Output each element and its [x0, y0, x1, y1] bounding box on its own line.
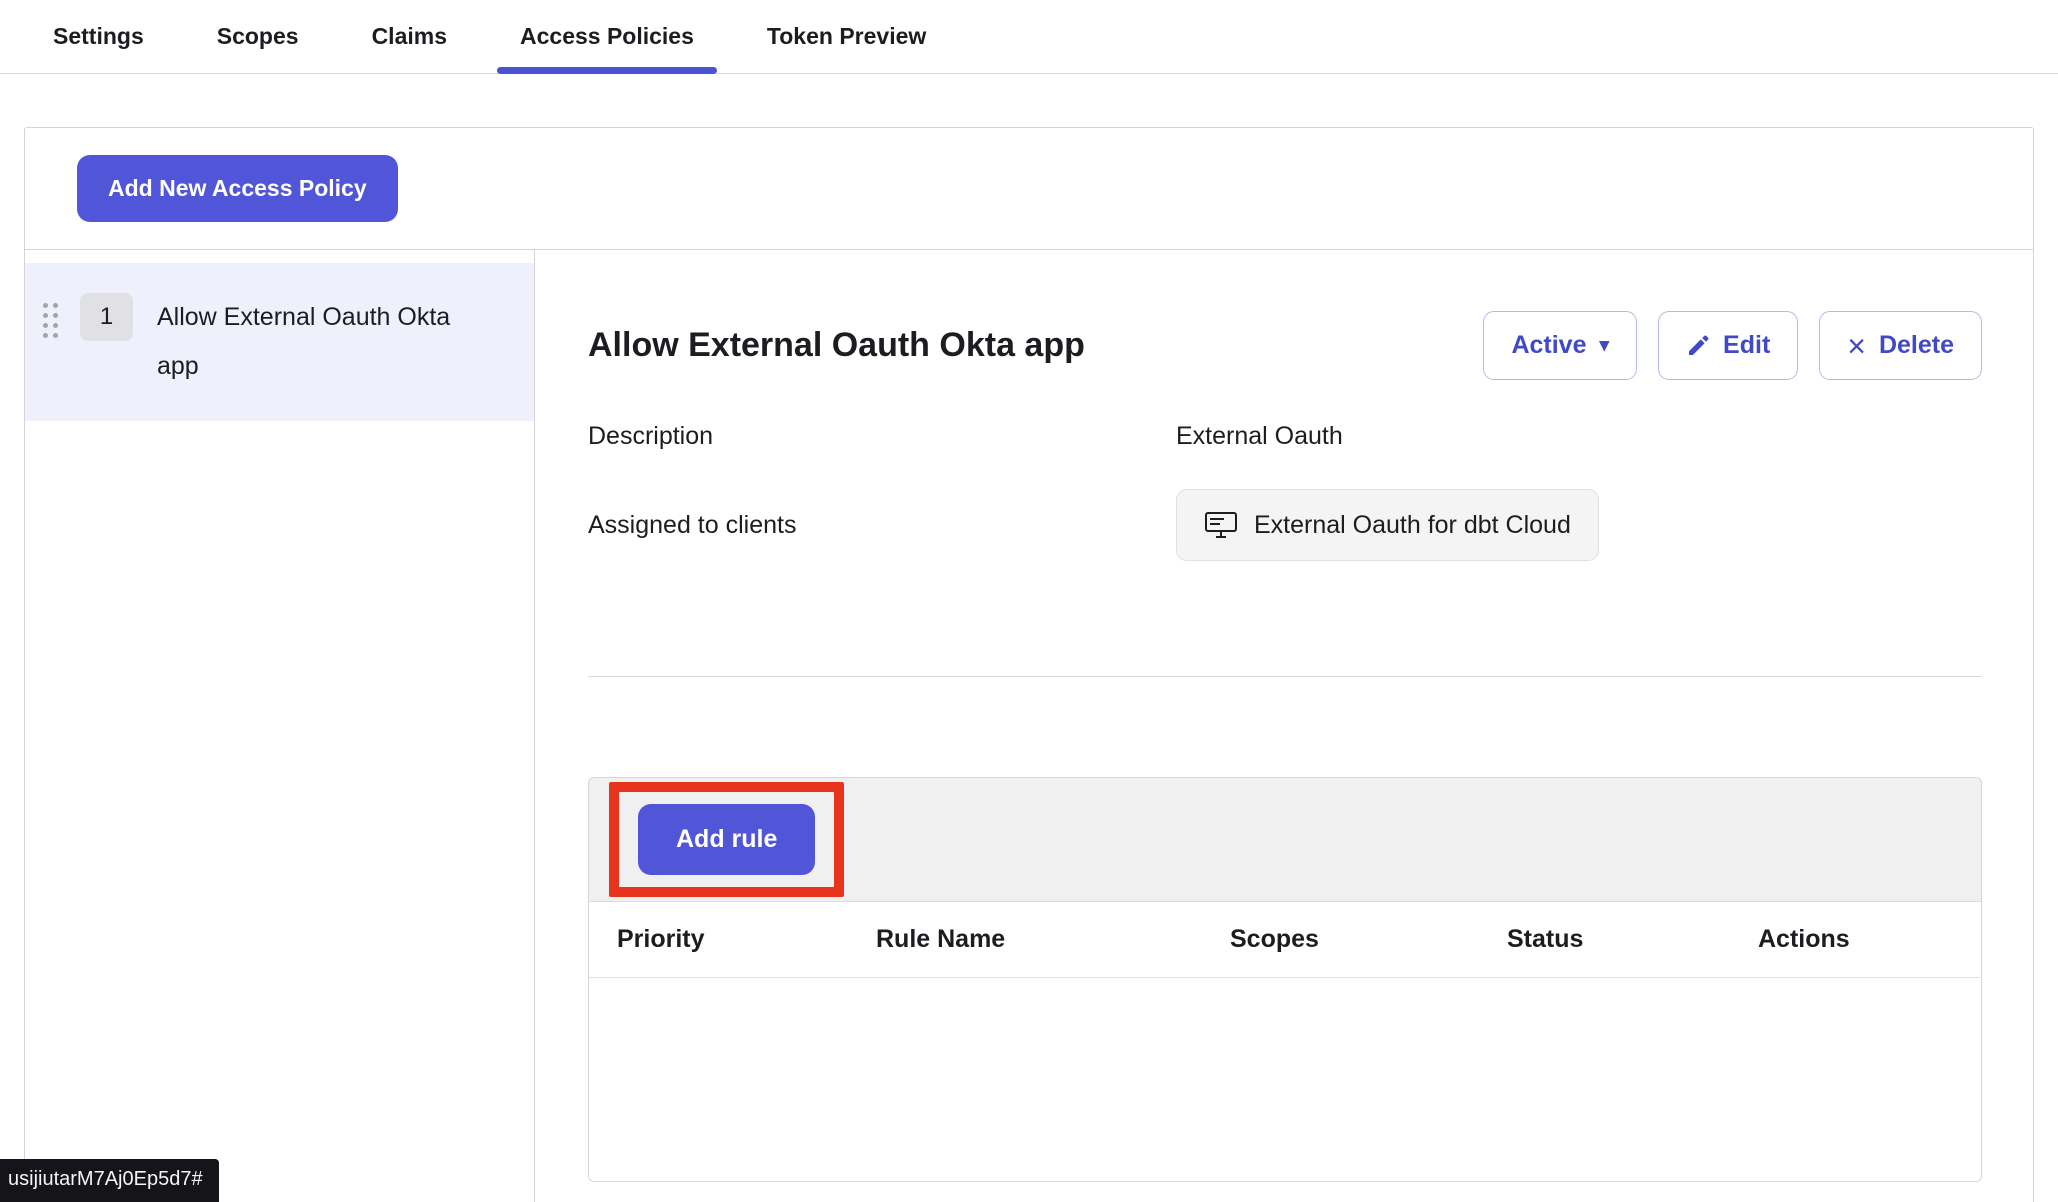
- client-chip[interactable]: External Oauth for dbt Cloud: [1176, 489, 1599, 561]
- add-rule-button[interactable]: Add rule: [638, 804, 815, 875]
- edit-button[interactable]: Edit: [1658, 311, 1798, 380]
- policy-detail: Allow External Oauth Okta app Active ▾: [535, 250, 2033, 1202]
- policy-title: Allow External Oauth Okta app: [588, 326, 1085, 365]
- column-status: Status: [1507, 925, 1758, 954]
- delete-label: Delete: [1879, 331, 1954, 360]
- rules-section: Add rule Priority Rule Name Scopes Statu…: [588, 777, 1982, 1182]
- assigned-to-clients-label: Assigned to clients: [588, 511, 1176, 540]
- panel-body: 1 Allow External Oauth Okta app Allow Ex…: [25, 250, 2033, 1202]
- pencil-icon: [1686, 334, 1710, 358]
- policy-action-buttons: Active ▾ Edit × De: [1483, 311, 1982, 380]
- close-icon: ×: [1847, 330, 1866, 362]
- chevron-down-icon: ▾: [1600, 336, 1610, 355]
- client-chip-label: External Oauth for dbt Cloud: [1254, 511, 1571, 540]
- annotation-highlight-box: Add rule: [609, 782, 844, 897]
- description-label: Description: [588, 422, 1176, 451]
- description-value: External Oauth: [1176, 422, 1982, 451]
- link-preview-tooltip: usijiutarM7Aj0Ep5d7#: [0, 1159, 219, 1202]
- policy-info: Description External Oauth Assigned to c…: [588, 422, 1982, 561]
- policy-priority-badge: 1: [80, 293, 133, 341]
- edit-label: Edit: [1723, 331, 1770, 360]
- status-dropdown-button[interactable]: Active ▾: [1483, 311, 1637, 380]
- section-divider: [588, 676, 1982, 677]
- panel-header: Add New Access Policy: [25, 128, 2033, 250]
- rules-empty-body: [589, 978, 1981, 1181]
- column-priority: Priority: [617, 925, 876, 954]
- column-scopes: Scopes: [1230, 925, 1507, 954]
- tab-scopes[interactable]: Scopes: [194, 0, 322, 73]
- policy-list: 1 Allow External Oauth Okta app: [25, 250, 535, 1202]
- status-label: Active: [1511, 331, 1586, 360]
- tab-settings[interactable]: Settings: [30, 0, 167, 73]
- add-new-access-policy-button[interactable]: Add New Access Policy: [77, 155, 398, 222]
- access-policies-panel: Add New Access Policy 1 Allow External O…: [24, 127, 2034, 1202]
- policy-list-item[interactable]: 1 Allow External Oauth Okta app: [25, 263, 534, 421]
- policy-name: Allow External Oauth Okta app: [157, 293, 457, 391]
- tab-claims[interactable]: Claims: [349, 0, 470, 73]
- delete-button[interactable]: × Delete: [1819, 311, 1982, 380]
- column-rule-name: Rule Name: [876, 925, 1230, 954]
- rules-toolbar: Add rule: [589, 778, 1981, 902]
- tab-bar: Settings Scopes Claims Access Policies T…: [0, 0, 2058, 74]
- drag-handle-icon[interactable]: [43, 303, 58, 338]
- tab-token-preview[interactable]: Token Preview: [744, 0, 949, 73]
- tab-access-policies[interactable]: Access Policies: [497, 0, 717, 73]
- policy-detail-header: Allow External Oauth Okta app Active ▾: [588, 311, 1982, 380]
- column-actions: Actions: [1758, 925, 1981, 954]
- computer-icon: [1204, 511, 1238, 539]
- rules-table-header: Priority Rule Name Scopes Status Actions: [589, 902, 1981, 978]
